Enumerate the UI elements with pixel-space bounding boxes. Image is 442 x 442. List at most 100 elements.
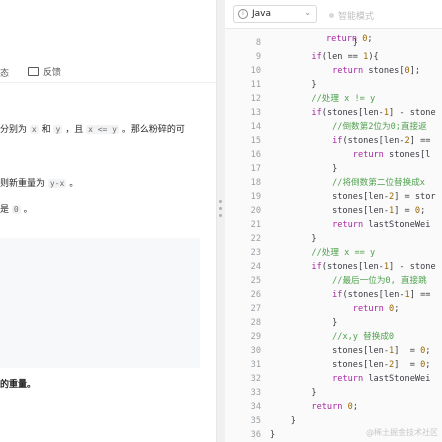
line-source: stones[len-1] = 0;	[270, 205, 425, 218]
text-fragment: 和	[41, 125, 51, 135]
code-line: 20 stones[len-1] = 0;	[225, 205, 442, 218]
code-token: ] ==	[409, 136, 431, 146]
code-line: 8 }	[225, 37, 442, 50]
code-token: //处理 x != y	[311, 94, 376, 104]
line-number: 26	[250, 290, 261, 300]
code-token: ] - stone	[389, 262, 436, 272]
code-area[interactable]: return 0; 8 } 9 if(len == 1){10 return st…	[225, 28, 442, 442]
line-number: 12	[250, 94, 261, 104]
code-line-partial: return 0;	[326, 34, 373, 44]
description-paragraph-2: 则新重量为 y-x 。	[0, 178, 78, 190]
code-token: ;	[420, 206, 426, 216]
code-token: stones[len-	[270, 346, 389, 356]
text-fragment: ，且	[65, 125, 84, 135]
line-source: //将倒数第二位替换成x	[270, 177, 425, 190]
line-source: stones[len-2] = stor	[270, 191, 436, 204]
code-token: if	[311, 52, 322, 62]
code-token: ];	[409, 66, 421, 76]
code-token: stones[l	[383, 150, 431, 160]
code-token: ] =	[394, 360, 421, 370]
code-token: ] =	[394, 346, 421, 356]
code-token: }	[352, 38, 358, 48]
inline-code-x: x	[29, 125, 39, 134]
code-token: }	[270, 80, 317, 90]
code-token: ] = stor	[394, 192, 436, 202]
line-source: return 0;	[270, 401, 358, 414]
code-line: 29 //x,y 替换成0	[225, 331, 442, 344]
code-token: ;	[394, 304, 400, 314]
status-tab-label[interactable]: 态	[0, 66, 9, 79]
line-source: }	[270, 163, 337, 176]
line-number: 21	[250, 220, 261, 230]
code-token: ;	[425, 360, 431, 370]
description-paragraph-3: 是 0 。	[0, 204, 33, 216]
smart-mode-toggle[interactable]: 智能模式	[329, 9, 374, 22]
code-token: (stones[len-	[321, 108, 384, 118]
line-number: 24	[250, 262, 261, 272]
code-token: if	[311, 262, 322, 272]
line-source: }	[270, 387, 317, 400]
info-icon: i	[238, 9, 248, 19]
line-source: return 0;	[270, 303, 400, 316]
code-token: stones[	[363, 66, 405, 76]
inline-code-condition: x <= y	[86, 125, 119, 134]
text-fragment: 。那么粉碎的可	[121, 125, 185, 135]
language-select[interactable]: i Java ⌄	[233, 5, 317, 23]
line-number: 33	[250, 388, 261, 398]
code-token: }	[270, 388, 317, 398]
feedback-button[interactable]: 反馈	[28, 65, 61, 78]
line-source: //倒数第2位为0;直接返	[270, 121, 427, 134]
line-source: stones[len-2] = 0;	[270, 359, 430, 372]
line-number: 13	[250, 108, 261, 118]
code-token: ] - stone	[389, 108, 436, 118]
problem-description-pane: 态 反馈 分别为 x 和 y ，且 x <= y 。那么粉碎的可 则新重量为 y…	[0, 0, 216, 442]
code-line: 31 stones[len-2] = 0;	[225, 359, 442, 372]
code-token: return	[332, 66, 364, 76]
line-number: 28	[250, 318, 261, 328]
editor-header: i Java ⌄ 智能模式	[225, 0, 442, 29]
line-source: if(stones[len-1] ==	[270, 289, 430, 302]
inline-code-zero: 0	[11, 205, 21, 214]
line-number: 14	[250, 122, 261, 132]
line-number: 22	[250, 234, 261, 244]
code-token: ] =	[394, 206, 415, 216]
text-fragment: 是	[0, 205, 10, 215]
code-line: 11 }	[225, 79, 442, 92]
line-source: }	[270, 415, 296, 428]
smart-mode-indicator-icon	[329, 13, 334, 18]
feedback-icon	[28, 67, 39, 76]
code-token: ;	[425, 346, 431, 356]
code-line: 9 if(len == 1){	[225, 51, 442, 64]
line-number: 18	[250, 178, 261, 188]
code-token: return	[311, 402, 343, 412]
code-token: }	[270, 430, 276, 440]
inline-code-y: y	[53, 125, 63, 134]
code-line: 27 return 0;	[225, 303, 442, 316]
line-source: if(stones[len-1] - stone	[270, 107, 436, 120]
line-number: 19	[250, 192, 261, 202]
text-fragment: 则新重量为	[0, 179, 46, 189]
line-source: //x,y 替换成0	[270, 331, 394, 344]
code-token: ){	[368, 52, 379, 62]
code-line: 10 return stones[0];	[225, 65, 442, 78]
code-line: 30 stones[len-1] = 0;	[225, 345, 442, 358]
code-line: 26 if(stones[len-1] ==	[225, 289, 442, 302]
line-source: if(len == 1){	[270, 51, 379, 64]
line-number: 16	[250, 150, 261, 160]
text-fragment: 。	[23, 205, 33, 215]
line-number: 8	[255, 38, 261, 48]
line-number: 31	[250, 360, 261, 370]
line-number: 35	[250, 416, 261, 426]
code-line: 22 }	[225, 233, 442, 246]
line-number: 34	[250, 402, 261, 412]
line-number: 10	[250, 66, 261, 76]
code-line: 13 if(stones[len-1] - stone	[225, 107, 442, 120]
